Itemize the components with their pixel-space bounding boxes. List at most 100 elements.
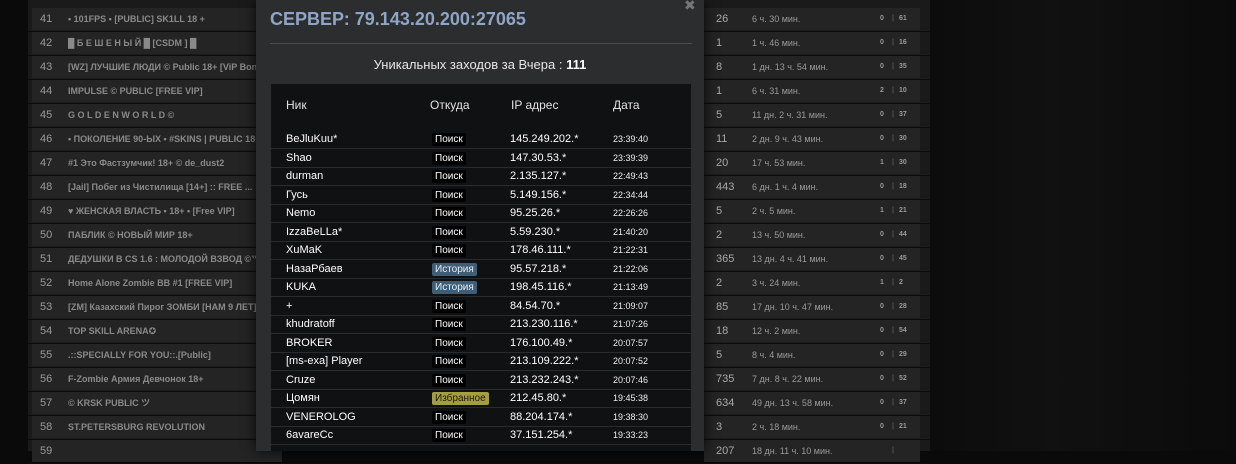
server-players: 20: [704, 152, 750, 174]
visit-time: 21:22:06: [613, 263, 649, 274]
server-name[interactable]: Home Alone Zombie BB #1 [FREE VIP]: [64, 272, 282, 294]
score-right: 29: [899, 351, 907, 358]
server-players: 735: [704, 368, 750, 390]
server-name[interactable]: [ZM] Казахский Пирог ЗОМБИ [НАМ 9 ЛЕТ]: [64, 296, 282, 318]
visit-time: 22:26:26: [613, 208, 649, 218]
server-players: 5: [704, 104, 750, 126]
score-right: 54: [899, 327, 907, 334]
visits-table: Ник Откуда IP адрес Дата BeJluKuu* Поиск 1…: [271, 84, 691, 451]
visitor-ip: 2.135.127.*: [510, 170, 567, 182]
visit-row: [ms-exa] Player Поиск 213.109.222.* 20:07:5…: [271, 353, 691, 371]
server-name[interactable]: [WZ] ЛУЧШИЕ ЛЮДИ © Public 18+ [ViP Bonus…: [64, 56, 282, 78]
score-left: 0: [880, 255, 884, 262]
visitor-nick: VENEROLOG: [286, 410, 356, 423]
server-players: 634: [704, 392, 750, 414]
visit-row: Shao Поиск 147.30.53.* 23:39:39: [271, 150, 691, 168]
visit-row: durman Поиск 2.135.127.* 22:49:43: [271, 168, 691, 186]
server-name[interactable]: • 101FPS • [PUBLIC] SK1LL 18 +: [64, 8, 282, 30]
score-separator: |: [892, 351, 894, 358]
visitor-ip: 5.59.230.*: [510, 225, 561, 238]
server-rank: 51: [32, 248, 66, 270]
server-score: 0 | 61: [868, 8, 920, 30]
server-uptime: 7 дн. 8 ч. 22 мин.: [746, 368, 868, 390]
server-name[interactable]: ПАБЛИК © НОВЫЙ МИР 18+: [64, 224, 282, 246]
server-uptime: 17 дн. 10 ч. 47 мин.: [746, 296, 868, 318]
score-left: 0: [880, 375, 884, 382]
unique-visits-label: Уникальных заходов за Вчера :: [373, 57, 563, 72]
server-name[interactable]: IMPULSE © PUBLIC [FREE VIP]: [64, 80, 282, 102]
server-name[interactable]: • ПОКОЛЕНИЕ 90-ЫХ • #SKINS | PUBLIC 18+ …: [64, 128, 282, 150]
server-rank: 53: [32, 296, 66, 318]
server-players: 365: [704, 248, 750, 270]
server-uptime: 2 ч. 5 мин.: [746, 200, 868, 222]
server-rank: 54: [32, 320, 66, 342]
server-name[interactable]: [64, 440, 282, 462]
server-rank: 55: [32, 344, 66, 366]
score-left: 0: [880, 135, 884, 142]
server-name[interactable]: TOP SKILL ARENA✪: [64, 320, 282, 342]
server-rank: 45: [32, 104, 66, 126]
server-name[interactable]: ♥ ЖЕНСКАЯ ВЛАСТЬ • 18+ • [Free VIP]: [64, 200, 282, 222]
server-rank: 56: [32, 368, 66, 390]
score-separator: |: [892, 111, 894, 118]
visitor-ip: 147.30.53.*: [510, 151, 567, 164]
server-name[interactable]: ST.PETERSBURG REVOLUTION: [64, 416, 282, 438]
visit-row: khudratoff Поиск 213.230.116.* 21:07:26: [271, 316, 691, 334]
server-rank: 58: [32, 416, 66, 438]
server-name[interactable]: © KRSK PUBLIC ツ: [64, 392, 282, 414]
server-score: 0 | 54: [868, 320, 920, 342]
column-header-nick: Ник: [286, 98, 307, 112]
close-icon[interactable]: ✖: [684, 0, 696, 14]
score-left: 0: [880, 39, 884, 46]
visit-row: BeJluKuu* Поиск 145.249.202.* 23:39:40: [271, 131, 691, 149]
source-badge: Поиск: [432, 373, 466, 387]
score-separator: |: [892, 255, 894, 262]
server-rank: 49: [32, 200, 66, 222]
server-rank: 46: [32, 128, 66, 150]
visit-row: + Поиск 84.54.70.* 21:09:07: [271, 298, 691, 316]
server-players: 11: [704, 128, 750, 150]
visitor-ip: 5.149.156.*: [510, 188, 567, 201]
server-name[interactable]: F-Zombie Армия Девчонок 18+: [64, 368, 282, 390]
server-score: 1 | 2: [868, 272, 920, 294]
score-separator: |: [892, 63, 894, 70]
server-score: 0 | 18: [868, 176, 920, 198]
server-players: 207: [704, 440, 750, 462]
server-name[interactable]: █ Б Е Ш Е Н Ы Й █ [CSDM ] █: [64, 32, 282, 54]
score-right: 16: [899, 39, 907, 46]
server-uptime: 8 ч. 4 мин.: [746, 344, 868, 366]
server-name[interactable]: ДЕДУШКИ В CS 1.6 : МОЛОДОЙ ВЗВОД ©™: [64, 248, 282, 270]
visit-row: Cruze Поиск 213.232.243.* 20:07:46: [271, 372, 691, 390]
score-separator: |: [892, 327, 894, 334]
server-name[interactable]: .::SPECIALLY FOR YOU::.[Public]: [64, 344, 282, 366]
visit-time: 21:07:26: [613, 319, 649, 329]
score-separator: |: [892, 135, 894, 142]
visitor-nick: Цомян: [286, 392, 320, 404]
server-name[interactable]: #1 Это Фастзумчик! 18+ © de_dust2: [64, 152, 282, 174]
visitor-ip: 213.109.222.*: [510, 355, 579, 367]
server-score: 0 | 37: [868, 104, 920, 126]
visit-row: 6avareCc Поиск 37.151.254.* 19:33:23: [271, 427, 691, 445]
server-uptime: 11 дн. 2 ч. 31 мин.: [746, 104, 868, 126]
score-right: 10: [899, 87, 907, 94]
server-uptime: 18 дн. 11 ч. 10 мин.: [746, 440, 868, 462]
server-players: 8: [704, 56, 750, 78]
visitor-ip: 95.25.26.*: [510, 207, 561, 219]
server-score: 0 | 52: [868, 368, 920, 390]
score-right: 18: [899, 183, 907, 190]
server-rank: 48: [32, 176, 66, 198]
visitor-nick: Гусь: [286, 188, 308, 201]
server-name[interactable]: [Jail] Побег из Чистилища [14+] :: FREE …: [64, 176, 282, 198]
visitor-nick: [ms-exa] Player: [286, 355, 363, 367]
score-left: 1: [880, 207, 884, 214]
server-score: 0 | 44: [868, 224, 920, 246]
visitor-nick: BeJluKuu*: [286, 133, 338, 145]
server-score: 0 | 35: [868, 56, 920, 78]
visit-time: 21:09:07: [613, 300, 649, 311]
divider: [270, 43, 692, 44]
source-badge: Поиск: [432, 188, 466, 202]
server-uptime: 13 ч. 50 мин.: [746, 224, 868, 246]
visitor-nick: 6avareCc: [286, 429, 334, 441]
score-right: 37: [899, 399, 907, 406]
server-name[interactable]: G O L D E N W O R L D ©: [64, 104, 282, 126]
